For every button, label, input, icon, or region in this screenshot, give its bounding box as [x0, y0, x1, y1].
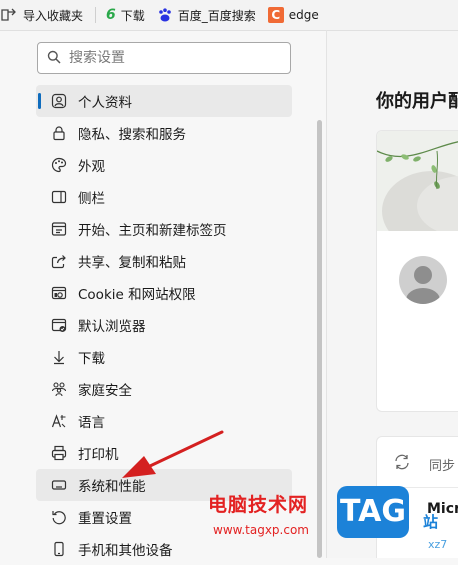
watermark-text: 电脑技术网	[208, 494, 309, 516]
lock-icon	[49, 123, 69, 143]
nav-label: 下载	[78, 351, 105, 367]
watermark-site: 站	[423, 513, 439, 531]
nav-label: 侧栏	[78, 191, 105, 207]
family-icon	[49, 379, 69, 399]
nav-item-family-safety[interactable]: 家庭安全	[36, 373, 292, 405]
fav-baidu[interactable]: 百度_百度搜索	[157, 7, 256, 24]
fav-label: 百度_百度搜索	[177, 8, 256, 23]
nav-item-phone-devices[interactable]: 手机和其他设备	[36, 533, 292, 565]
home-tabs-icon	[49, 219, 69, 239]
default-browser-icon	[49, 315, 69, 335]
avatar	[399, 256, 447, 304]
watermark-badge: TAG	[337, 486, 409, 538]
nav-label: 重置设置	[78, 511, 132, 527]
nav-item-languages[interactable]: 语言	[36, 405, 292, 437]
nav-item-appearance[interactable]: 外观	[36, 149, 292, 181]
download-icon	[49, 347, 69, 367]
favorites-separator	[95, 7, 97, 23]
download-site-6-icon: 6	[106, 7, 116, 23]
nav-label: 隐私、搜索和服务	[78, 127, 186, 143]
page-title: 你的用户配	[376, 91, 458, 112]
nav-label: 个人资料	[78, 95, 132, 111]
nav-item-share[interactable]: 共享、复制和粘贴	[36, 245, 292, 277]
watermark-site-url: xz7	[428, 538, 448, 551]
language-icon	[49, 411, 69, 431]
fav-import-favorites[interactable]: 导入收藏夹	[0, 7, 83, 24]
share-icon	[49, 251, 69, 271]
nav-item-privacy[interactable]: 隐私、搜索和服务	[36, 117, 292, 149]
nav-label: Cookie 和网站权限	[78, 287, 196, 303]
reset-icon	[49, 507, 69, 527]
watermark-badge-text: TAG	[340, 494, 406, 529]
main-content: 你的用户配 同步 Micr	[327, 31, 458, 558]
nav-label: 语言	[78, 415, 105, 431]
fav-label: 导入收藏夹	[23, 8, 84, 23]
fav-label: edge	[288, 8, 319, 22]
edge-c-logo-icon: C	[267, 7, 284, 23]
watermark-url: www.tagxp.com	[213, 523, 309, 537]
nav-label: 外观	[78, 159, 105, 175]
profile-banner	[377, 131, 458, 251]
cookie-icon	[49, 283, 69, 303]
sidebar-scrollbar[interactable]	[315, 120, 323, 558]
printer-icon	[49, 443, 69, 463]
sidebar-icon	[49, 187, 69, 207]
nav-label: 默认浏览器	[78, 319, 146, 335]
settings-search-box[interactable]	[37, 42, 291, 74]
sync-icon	[393, 453, 411, 475]
palette-icon	[49, 155, 69, 175]
search-input[interactable]	[69, 50, 269, 66]
system-icon	[49, 475, 69, 495]
nav-item-default-browser[interactable]: 默认浏览器	[36, 309, 292, 341]
nav-item-start-home[interactable]: 开始、主页和新建标签页	[36, 213, 292, 245]
fav-edge[interactable]: C edge	[267, 7, 319, 23]
nav-item-downloads[interactable]: 下载	[36, 341, 292, 373]
fav-download-site[interactable]: 6 下载	[106, 7, 145, 24]
nav-item-sidebar[interactable]: 侧栏	[36, 181, 292, 213]
fav-label: 下载	[120, 8, 145, 23]
nav-label: 家庭安全	[78, 383, 132, 399]
baidu-paw-icon	[157, 7, 173, 23]
nav-label: 打印机	[78, 447, 119, 463]
nav-item-cookies[interactable]: Cookie 和网站权限	[36, 277, 292, 309]
import-favorites-icon	[0, 7, 18, 23]
phone-icon	[49, 539, 69, 559]
search-icon	[47, 49, 61, 68]
nav-item-profile[interactable]: 个人资料	[36, 85, 292, 117]
profile-icon	[49, 91, 69, 111]
nav-item-printers[interactable]: 打印机	[36, 437, 292, 469]
favorites-bar: 导入收藏夹 6 下载 百度_百度搜索 C edge	[0, 0, 458, 31]
nav-label: 开始、主页和新建标签页	[78, 223, 227, 239]
scrollbar-thumb[interactable]	[317, 120, 322, 558]
nav-label: 手机和其他设备	[78, 543, 173, 559]
profile-card	[376, 130, 458, 412]
nav-label: 系统和性能	[78, 479, 146, 495]
sync-label: 同步	[429, 459, 456, 474]
nav-label: 共享、复制和粘贴	[78, 255, 186, 271]
